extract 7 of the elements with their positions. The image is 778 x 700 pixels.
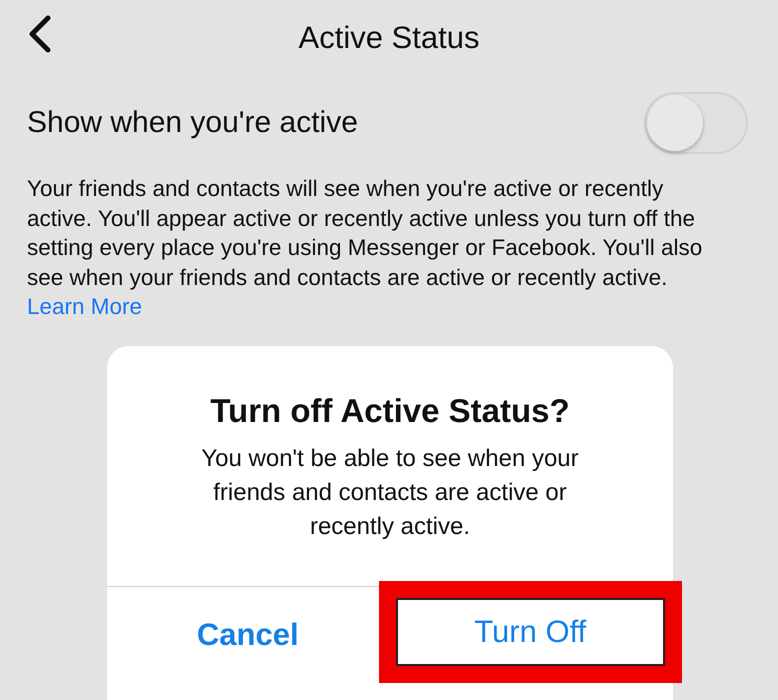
setting-label: Show when you're active	[27, 106, 358, 140]
dialog-message: You won't be able to see when your friends and contacts are active or recently active.	[200, 444, 580, 542]
turn-off-button[interactable]: Turn Off	[378, 580, 682, 682]
description-text: Your friends and contacts will see when you're active or recently active. You'll appear active or recently active unless you turn off the setting every place you're using Messenger or Facebook. You'll also see when your friends and contacts are active or recently active. Learn More	[26, 175, 704, 321]
page-title: Active Status	[298, 20, 480, 57]
dialog-title: Turn off Active Status?	[209, 390, 571, 430]
learn-more-link[interactable]: Learn More	[27, 294, 142, 319]
